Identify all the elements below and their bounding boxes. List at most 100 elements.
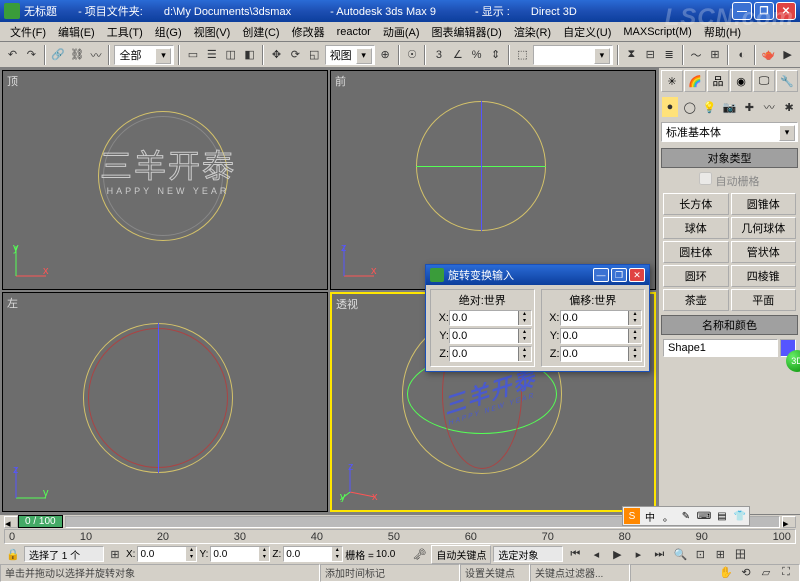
curve-editor-button[interactable]: 〜 — [688, 44, 705, 66]
goto-end-button[interactable]: ⏭ — [649, 545, 669, 563]
align-button[interactable]: ⊟ — [642, 44, 659, 66]
off-z-input[interactable]: 0.0 — [560, 346, 643, 362]
mirror-button[interactable]: ⧗ — [623, 44, 640, 66]
nav-zoom-button[interactable]: 🔍 — [671, 546, 689, 562]
redo-button[interactable]: ↷ — [23, 44, 40, 66]
menu-edit[interactable]: 编辑(E) — [52, 23, 101, 41]
key-filter-button[interactable]: 关键点过滤器... — [530, 564, 630, 582]
menu-help[interactable]: 帮助(H) — [698, 23, 747, 41]
object-name-input[interactable]: Shape1 — [663, 339, 778, 357]
menu-views[interactable]: 视图(V) — [188, 23, 237, 41]
key-mode-button[interactable]: 🗝 — [409, 546, 429, 562]
link-button[interactable]: 🔗 — [50, 44, 67, 66]
viewport-front[interactable]: 前 xz — [330, 70, 656, 290]
menu-modifiers[interactable]: 修改器 — [286, 23, 331, 41]
off-y-input[interactable]: 0.0 — [560, 328, 643, 344]
rollout-name-color[interactable]: 名称和颜色 — [661, 315, 798, 335]
scale-button[interactable]: ◱ — [306, 44, 323, 66]
menu-animation[interactable]: 动画(A) — [377, 23, 426, 41]
quick-render-button[interactable]: ▶ — [779, 44, 796, 66]
window-crossing-button[interactable]: ◧ — [241, 44, 258, 66]
percent-snap-button[interactable]: % — [468, 44, 485, 66]
abs-z-input[interactable]: 0.0 — [449, 346, 532, 362]
nav-pan-button[interactable]: ✋ — [717, 566, 735, 580]
menu-tools[interactable]: 工具(T) — [101, 23, 149, 41]
ime-menu-icon[interactable]: ▤ — [714, 508, 730, 524]
pivot-button[interactable]: ⊕ — [377, 44, 394, 66]
obj-pyramid[interactable]: 四棱锥 — [731, 265, 797, 287]
nav-zoom-extents-all-button[interactable]: 田 — [731, 546, 749, 562]
menu-reactor[interactable]: reactor — [331, 25, 377, 39]
select-region-button[interactable]: ◫ — [222, 44, 239, 66]
nav-fov-button[interactable]: ▱ — [757, 566, 775, 580]
dialog-titlebar[interactable]: 旋转变换输入 — ❐ ✕ — [426, 265, 649, 285]
systems-button[interactable]: ✱ — [780, 96, 798, 118]
obj-geosphere[interactable]: 几何球体 — [731, 217, 797, 239]
autogrid-checkbox[interactable] — [699, 172, 712, 185]
menu-file[interactable]: 文件(F) — [4, 23, 52, 41]
select-button[interactable]: ▭ — [184, 44, 201, 66]
time-ruler[interactable]: 0 10 20 30 40 50 60 70 80 90 100 — [4, 529, 796, 545]
goto-start-button[interactable]: ⏮ — [565, 545, 585, 563]
play-button[interactable]: ▶ — [607, 545, 627, 563]
menu-custom[interactable]: 自定义(U) — [557, 23, 617, 41]
manipulate-button[interactable]: ☉ — [404, 44, 421, 66]
geometry-button[interactable]: ● — [661, 96, 679, 118]
status-z-input[interactable]: 0.0 — [283, 546, 343, 562]
obj-teapot[interactable]: 茶壶 — [663, 289, 729, 311]
bind-space-warp-button[interactable]: 〰 — [88, 44, 105, 66]
selection-filter-combo[interactable]: 全部 — [114, 45, 174, 65]
auto-key-button[interactable]: 自动关键点 — [431, 545, 491, 564]
render-scene-button[interactable]: 🫖 — [760, 44, 777, 66]
obj-cone[interactable]: 圆锥体 — [731, 193, 797, 215]
close-button[interactable]: ✕ — [776, 2, 796, 20]
display-tab[interactable]: 🖵 — [753, 70, 775, 92]
next-frame-button[interactable]: ▸ — [628, 545, 648, 563]
menu-group[interactable]: 组(G) — [149, 23, 188, 41]
named-sel-combo[interactable] — [533, 45, 613, 65]
unlink-button[interactable]: ⛓ — [69, 44, 86, 66]
layers-button[interactable]: ≣ — [661, 44, 678, 66]
abs-y-input[interactable]: 0.0 — [449, 328, 532, 344]
snap-button[interactable]: 3 — [430, 44, 447, 66]
nav-zoom-extents-button[interactable]: ⊞ — [711, 546, 729, 562]
undo-button[interactable]: ↶ — [4, 44, 21, 66]
viewport-left[interactable]: 左 yz — [2, 292, 328, 512]
select-by-name-button[interactable]: ☰ — [203, 44, 220, 66]
named-sel-button[interactable]: ⬚ — [514, 44, 531, 66]
menu-graph[interactable]: 图表编辑器(D) — [426, 23, 508, 41]
off-x-input[interactable]: 0.0 — [560, 310, 643, 326]
utilities-tab[interactable]: 🔧 — [776, 70, 798, 92]
obj-torus[interactable]: 圆环 — [663, 265, 729, 287]
transform-type-button[interactable]: ⊞ — [106, 546, 124, 562]
motion-tab[interactable]: ◉ — [730, 70, 752, 92]
lights-button[interactable]: 💡 — [701, 96, 719, 118]
modify-tab[interactable]: 🌈 — [684, 70, 706, 92]
menu-create[interactable]: 创建(C) — [236, 23, 285, 41]
dialog-min-button[interactable]: — — [593, 268, 609, 282]
nav-zoom-all-button[interactable]: ⊡ — [691, 546, 709, 562]
obj-sphere[interactable]: 球体 — [663, 217, 729, 239]
dialog-max-button[interactable]: ❐ — [611, 268, 627, 282]
status-y-input[interactable]: 0.0 — [210, 546, 270, 562]
minimize-button[interactable]: — — [732, 2, 752, 20]
slider-right-button[interactable]: ▸ — [782, 516, 796, 528]
spinner-snap-button[interactable]: ⇕ — [487, 44, 504, 66]
obj-tube[interactable]: 管状体 — [731, 241, 797, 263]
frame-indicator[interactable]: 0 / 100 — [18, 515, 63, 528]
rotate-button[interactable]: ⟳ — [287, 44, 304, 66]
abs-x-input[interactable]: 0.0 — [449, 310, 532, 326]
hierarchy-tab[interactable]: 品 — [707, 70, 729, 92]
ime-pen-icon[interactable]: ✎ — [678, 508, 694, 524]
obj-cylinder[interactable]: 圆柱体 — [663, 241, 729, 263]
menu-render[interactable]: 渲染(R) — [508, 23, 557, 41]
angle-snap-button[interactable]: ∠ — [449, 44, 466, 66]
set-key-button[interactable]: 设置关键点 — [460, 564, 530, 582]
category-dropdown[interactable]: 标准基本体 — [661, 122, 798, 142]
nav-orbit-button[interactable]: ⟲ — [737, 566, 755, 580]
obj-box[interactable]: 长方体 — [663, 193, 729, 215]
ime-skin-icon[interactable]: 👕 — [732, 508, 748, 524]
prev-frame-button[interactable]: ◂ — [586, 545, 606, 563]
move-button[interactable]: ✥ — [268, 44, 285, 66]
ref-coord-combo[interactable]: 视图 — [325, 45, 375, 65]
